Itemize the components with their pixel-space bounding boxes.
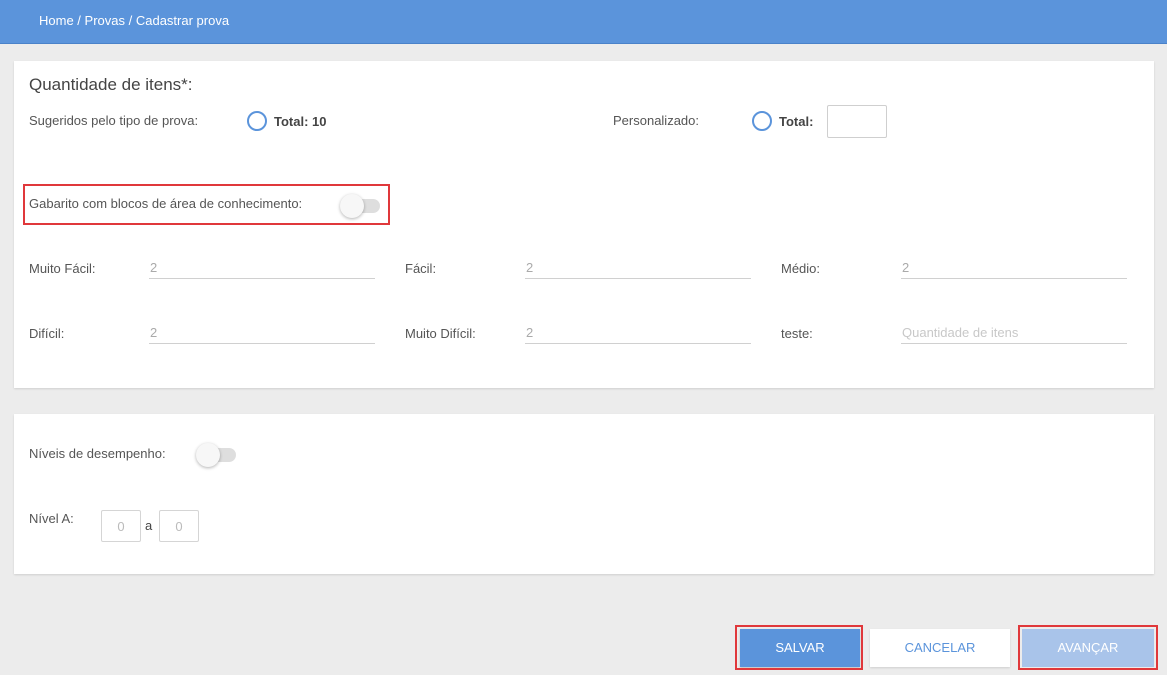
breadcrumb-separator: / — [73, 13, 85, 28]
gabarito-highlight — [23, 184, 390, 225]
breadcrumb-separator: / — [125, 13, 136, 28]
facil-input[interactable] — [525, 257, 751, 279]
performance-label: Níveis de desempenho: — [29, 446, 166, 461]
top-bar: Home / Provas / Cadastrar prova — [0, 0, 1167, 44]
level-a-label: Nível A: — [29, 511, 74, 526]
breadcrumb-provas[interactable]: Provas — [85, 13, 125, 28]
custom-radio[interactable] — [752, 111, 772, 131]
custom-total-input[interactable] — [827, 105, 887, 138]
teste-input[interactable] — [901, 322, 1127, 344]
next-highlight — [1018, 625, 1158, 670]
teste-label: teste: — [781, 326, 813, 341]
level-a-from-input[interactable] — [101, 510, 141, 542]
level-a-to-input[interactable] — [159, 510, 199, 542]
muito-dificil-input[interactable] — [525, 322, 751, 344]
muito-dificil-label: Muito Difícil: — [405, 326, 476, 341]
custom-label: Personalizado: — [613, 113, 699, 128]
cancel-button[interactable]: CANCELAR — [870, 629, 1010, 667]
suggested-total-label: Total: 10 — [274, 114, 327, 129]
facil-label: Fácil: — [405, 261, 437, 276]
medio-label: Médio: — [781, 261, 821, 276]
breadcrumb-home[interactable]: Home — [39, 13, 74, 28]
toggle-knob — [196, 443, 220, 467]
custom-total-label: Total: — [779, 114, 814, 129]
section-title: Quantidade de itens*: — [29, 75, 193, 94]
performance-toggle[interactable] — [196, 443, 236, 467]
suggested-radio[interactable] — [247, 111, 267, 131]
muito-facil-label: Muito Fácil: — [29, 261, 96, 276]
medio-input[interactable] — [901, 257, 1127, 279]
breadcrumb-current: Cadastrar prova — [135, 13, 230, 28]
breadcrumb: Home / Provas / Cadastrar prova — [39, 13, 229, 28]
dificil-label: Difícil: — [29, 326, 65, 341]
performance-card: Níveis de desempenho: Nível A: a — [14, 414, 1154, 574]
dificil-input[interactable] — [149, 322, 375, 344]
suggested-label: Sugeridos pelo tipo de prova: — [29, 113, 199, 128]
save-highlight — [735, 625, 863, 670]
muito-facil-input[interactable] — [149, 257, 375, 279]
level-a-connector: a — [145, 518, 153, 533]
